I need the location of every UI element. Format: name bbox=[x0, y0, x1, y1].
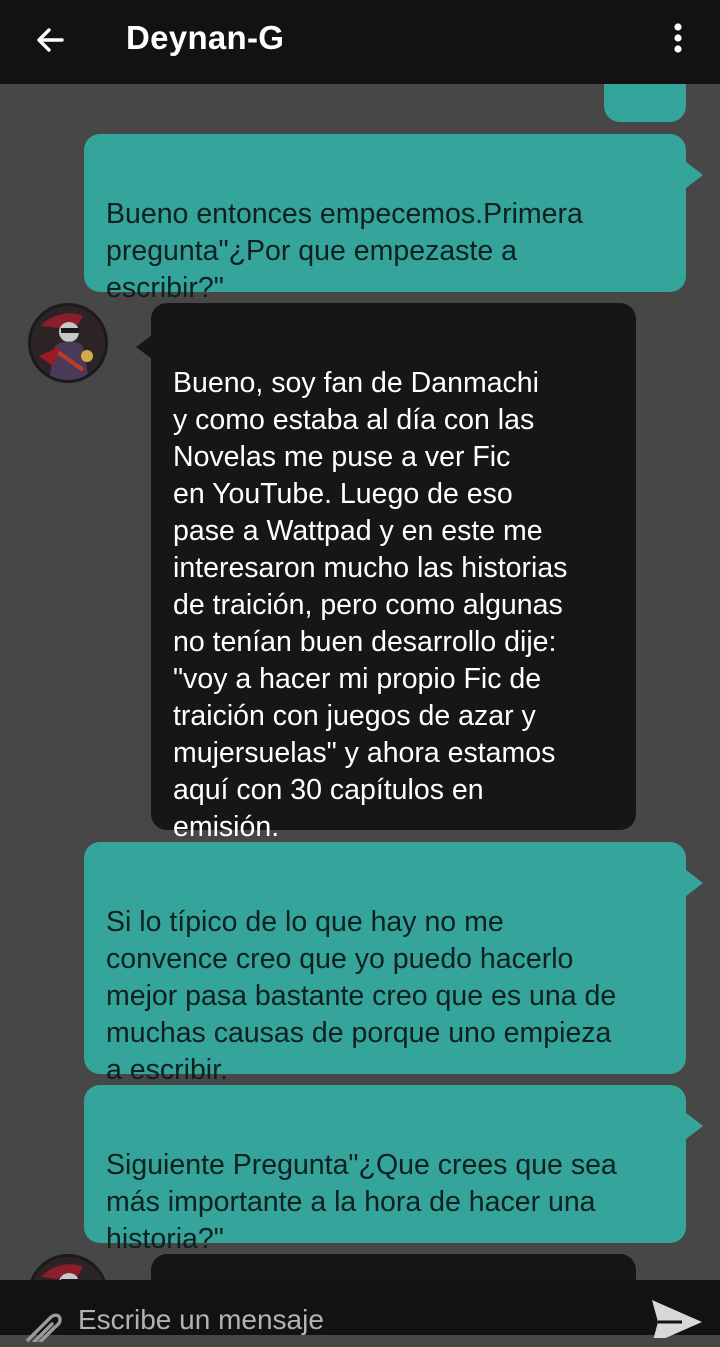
avatar[interactable] bbox=[28, 1254, 108, 1280]
send-button[interactable] bbox=[648, 1296, 706, 1344]
message-text: Siguiente Pregunta"¿Que crees que sea má… bbox=[106, 1149, 617, 1255]
outgoing-message: Bueno entonces empecemos.Primera pregunt… bbox=[84, 134, 686, 304]
bubble-tail bbox=[686, 870, 703, 896]
avatar[interactable] bbox=[28, 303, 108, 383]
more-options-button[interactable] bbox=[660, 18, 696, 58]
bubble-tail bbox=[136, 335, 152, 359]
more-vertical-icon bbox=[674, 23, 682, 53]
bubble-tail bbox=[686, 1113, 703, 1139]
chat-title: Deynan-G bbox=[126, 19, 285, 56]
arrow-left-icon bbox=[37, 28, 64, 52]
paperclip-icon bbox=[26, 1313, 62, 1347]
incoming-message: Bueno, soy fan de Danmachi y como estaba… bbox=[151, 303, 636, 843]
message-text: Bueno, soy fan de Danmachi y como estaba… bbox=[173, 367, 568, 843]
message-text: Si lo típico de lo que hay no me convenc… bbox=[106, 906, 617, 1086]
outgoing-message: Siguiente Pregunta"¿Que crees que sea má… bbox=[84, 1085, 686, 1255]
incoming-message bbox=[151, 1254, 636, 1280]
message-list[interactable]: XD Bueno entonces empecemos.Primera preg… bbox=[0, 84, 720, 1280]
avatar-image bbox=[31, 1257, 105, 1280]
avatar-image bbox=[31, 306, 105, 380]
back-button[interactable] bbox=[30, 20, 70, 60]
message-input[interactable] bbox=[78, 1300, 618, 1340]
outgoing-message: XD bbox=[604, 84, 686, 176]
send-icon bbox=[652, 1300, 702, 1344]
top-app-bar: Deynan-G bbox=[0, 0, 720, 84]
message-composer bbox=[0, 1280, 720, 1347]
message-text: Bueno entonces empecemos.Primera pregunt… bbox=[106, 198, 583, 304]
bubble-tail bbox=[686, 162, 703, 188]
outgoing-message: Si lo típico de lo que hay no me convenc… bbox=[84, 842, 686, 1086]
attach-button[interactable] bbox=[20, 1306, 62, 1347]
